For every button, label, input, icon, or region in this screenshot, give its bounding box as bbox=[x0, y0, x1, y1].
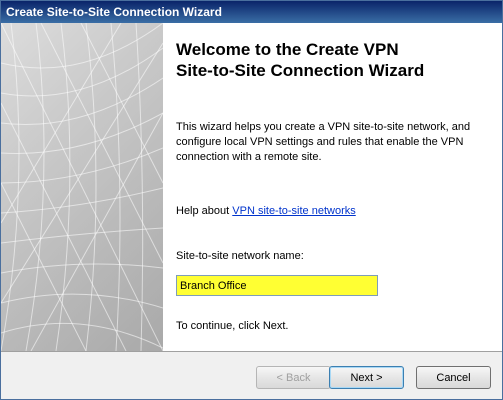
wizard-description: This wizard helps you create a VPN site-… bbox=[176, 121, 471, 163]
heading-line-2: Site-to-Site Connection Wizard bbox=[176, 61, 425, 80]
continue-instruction: To continue, click Next. bbox=[176, 320, 289, 332]
wizard-panel: Welcome to the Create VPN Site-to-Site C… bbox=[163, 23, 502, 351]
network-name-label: Site-to-site network name: bbox=[176, 250, 304, 262]
network-name-input[interactable] bbox=[176, 275, 378, 296]
help-link[interactable]: VPN site-to-site networks bbox=[232, 205, 355, 217]
window-title: Create Site-to-Site Connection Wizard bbox=[6, 5, 222, 19]
title-bar: Create Site-to-Site Connection Wizard bbox=[1, 1, 502, 23]
wizard-window: Create Site-to-Site Connection Wizard We… bbox=[0, 0, 503, 400]
wizard-heading: Welcome to the Create VPN Site-to-Site C… bbox=[176, 39, 496, 81]
help-text: Help about VPN site-to-site networks bbox=[176, 204, 356, 219]
cancel-button[interactable]: Cancel bbox=[416, 366, 491, 389]
wizard-side-graphic bbox=[1, 23, 163, 351]
wizard-content: Welcome to the Create VPN Site-to-Site C… bbox=[1, 23, 502, 352]
back-button[interactable]: < Back bbox=[256, 366, 331, 389]
next-button[interactable]: Next > bbox=[329, 366, 404, 389]
help-prefix: Help about bbox=[176, 205, 233, 217]
heading-line-1: Welcome to the Create VPN bbox=[176, 40, 399, 59]
